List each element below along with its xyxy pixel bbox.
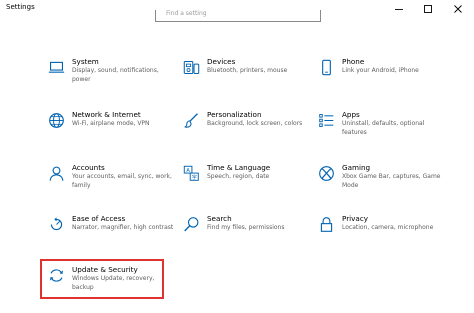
tile-label: Accounts <box>72 163 105 172</box>
tile-label: System <box>72 57 99 66</box>
globe-icon <box>49 113 64 128</box>
tile-description: Display, sound, notifications, power <box>72 67 159 83</box>
tile-gaming[interactable]: Gaming Xbox Game Bar, captures, Game Mod… <box>314 163 440 201</box>
tile-description: Location, camera, microphone <box>342 224 434 231</box>
close-icon <box>454 4 462 13</box>
search-placeholder: Find a setting <box>166 10 207 17</box>
svg-text:字: 字 <box>192 174 197 181</box>
tile-description: Narrator, magnifier, high contrast <box>72 224 174 231</box>
tile-label: Apps <box>342 110 360 119</box>
tile-description: Your accounts, email, sync, work, family <box>72 173 172 189</box>
tile-label: Ease of Access <box>72 214 126 223</box>
tile-phone[interactable]: Phone Link your Android, iPhone <box>314 57 439 95</box>
tile-description: Uninstall, defaults, optional features <box>342 120 425 136</box>
laptop-icon <box>48 61 65 73</box>
tile-description: Find my files, permissions <box>207 224 285 231</box>
tile-description: Background, lock screen, colors <box>207 120 303 127</box>
tile-network-internet[interactable]: Network & Internet Wi-Fi, airplane mode,… <box>44 110 169 148</box>
tile-label: Time & Language <box>207 163 271 172</box>
tile-devices[interactable]: Devices Bluetooth, printers, mouse <box>179 57 304 95</box>
tile-personalization[interactable]: Personalization Background, lock screen,… <box>179 110 304 148</box>
tile-label: Gaming <box>342 163 371 172</box>
xbox-icon <box>319 166 334 181</box>
tile-time-language[interactable]: A 字 Time & Language Speech, region, date <box>179 163 304 201</box>
maximize-button[interactable] <box>414 0 442 17</box>
paintbrush-icon <box>184 113 198 128</box>
lock-icon <box>320 217 333 232</box>
tile-description: Bluetooth, printers, mouse <box>207 67 288 74</box>
tile-label: Personalization <box>207 110 262 119</box>
maximize-icon <box>424 4 432 13</box>
svg-text:A: A <box>186 168 190 174</box>
tile-apps[interactable]: Apps Uninstall, defaults, optional featu… <box>314 110 439 148</box>
tile-system[interactable]: System Display, sound, notifications, po… <box>44 57 169 95</box>
apps-list-icon <box>319 114 334 127</box>
close-button[interactable] <box>444 0 472 17</box>
minimize-icon <box>395 8 403 10</box>
minimize-button[interactable] <box>385 0 413 17</box>
tile-ease-of-access[interactable]: Ease of Access Narrator, magnifier, high… <box>44 214 173 252</box>
phone-icon <box>322 59 331 76</box>
tile-privacy[interactable]: Privacy Location, camera, microphone <box>314 214 439 252</box>
ease-of-access-icon <box>50 217 63 231</box>
search-icon <box>184 217 199 232</box>
tile-search[interactable]: Search Find my files, permissions <box>179 214 304 252</box>
tile-label: Privacy <box>342 214 369 223</box>
window-title: Settings <box>6 3 35 11</box>
tile-label: Search <box>207 214 232 223</box>
tile-description: Xbox Game Bar, captures, Game Mode <box>342 173 441 189</box>
tile-label: Phone <box>342 57 365 66</box>
person-icon <box>49 166 64 181</box>
search-input[interactable]: Find a setting <box>155 10 321 22</box>
tile-label: Devices <box>207 57 236 66</box>
keyboard-speaker-icon <box>183 61 200 74</box>
time-language-icon: A 字 <box>183 165 199 181</box>
highlight-box <box>40 259 164 299</box>
tile-description: Speech, region, date <box>207 173 270 180</box>
tile-accounts[interactable]: Accounts Your accounts, email, sync, wor… <box>44 163 172 201</box>
tile-label: Network & Internet <box>72 110 141 119</box>
tile-description: Link your Android, iPhone <box>342 67 419 74</box>
tile-description: Wi-Fi, airplane mode, VPN <box>72 120 150 127</box>
